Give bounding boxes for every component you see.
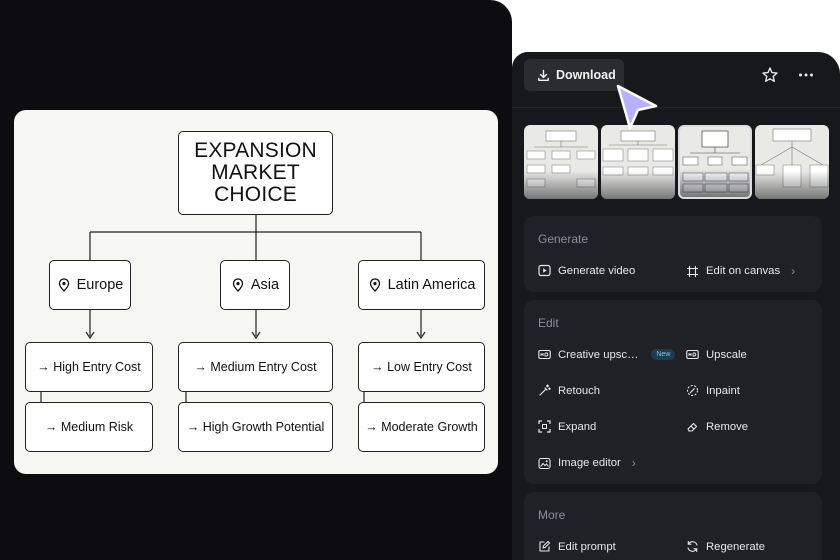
edit-prompt-icon <box>539 540 551 552</box>
crop-frame-icon <box>687 265 698 277</box>
region-node-asia: Asia <box>220 260 290 310</box>
diagram-title-line: CHOICE <box>214 183 297 206</box>
more-horizontal-icon[interactable] <box>797 66 815 84</box>
region-node-europe: Europe <box>49 260 131 310</box>
thumbnail-fade <box>601 171 675 199</box>
diagram-title-line: EXPANSION <box>194 139 317 162</box>
chevron-right-icon: › <box>791 264 796 278</box>
pointer-cursor-icon <box>616 84 658 130</box>
retouch-button[interactable]: Retouch <box>538 384 600 397</box>
inpaint-button[interactable]: Inpaint <box>686 384 740 397</box>
edit-on-canvas-button[interactable]: Edit on canvas › <box>686 264 795 278</box>
section-title: Edit <box>538 316 559 330</box>
thumbnail-3-selected[interactable] <box>678 125 752 199</box>
thumbnail-fade <box>680 169 750 197</box>
edit-prompt-button[interactable]: Edit prompt <box>538 540 616 553</box>
action-label: Remove <box>706 420 749 433</box>
download-button[interactable]: Download <box>524 59 624 91</box>
location-pin-icon <box>58 278 69 292</box>
edit-section: Edit Creative upsc… New Upscale Retouch … <box>524 300 822 484</box>
action-label: Expand <box>558 420 597 433</box>
section-title: Generate <box>538 232 589 246</box>
thumbnail-1[interactable] <box>524 125 598 199</box>
refresh-icon <box>687 540 698 553</box>
action-label: Image editor <box>558 457 621 469</box>
leaf-node: → High Growth Potential <box>178 402 333 452</box>
more-section: More Edit prompt Regenerate <box>524 492 822 560</box>
leaf-node: → Low Entry Cost <box>358 342 485 392</box>
region-node-latin-america: Latin America <box>358 260 485 310</box>
leaf-node: → Medium Risk <box>25 402 153 452</box>
action-label: Edit on canvas <box>706 265 781 277</box>
hd-icon <box>686 349 699 360</box>
thumbnail-fade <box>755 171 829 199</box>
section-title: More <box>538 508 566 522</box>
region-label: Europe <box>76 277 124 293</box>
remove-button[interactable]: Remove <box>686 420 748 433</box>
action-label: Regenerate <box>706 540 766 553</box>
expand-button[interactable]: Expand <box>538 420 596 433</box>
eraser-icon <box>687 422 698 432</box>
image-editor-button[interactable]: Image editor › <box>538 456 636 470</box>
upscale-button[interactable]: Upscale <box>686 348 747 361</box>
hd-plus-icon <box>538 349 551 360</box>
action-label: Edit prompt <box>558 540 616 553</box>
canvas-area: EXPANSION MARKET CHOICE Europe Asia Lati… <box>0 0 512 560</box>
diagram-title-box: EXPANSION MARKET CHOICE <box>178 131 333 215</box>
magic-wand-icon <box>539 384 551 396</box>
generate-section: Generate Generate video Edit on canvas › <box>524 216 822 292</box>
leaf-node: → Medium Entry Cost <box>178 342 333 392</box>
download-label: Download <box>556 68 616 82</box>
diagram-title-line: MARKET <box>211 161 300 184</box>
creative-upscale-button[interactable]: Creative upsc… New <box>538 348 676 361</box>
chevron-right-icon: › <box>631 456 636 470</box>
leaf-node: → High Entry Cost <box>25 342 153 392</box>
thumbnail-4[interactable] <box>755 125 829 199</box>
action-label: Creative upsc… <box>558 348 639 361</box>
image-editor-icon <box>538 457 551 469</box>
region-label: Asia <box>250 277 280 293</box>
action-label: Generate video <box>558 264 636 277</box>
panel-toolbar: Download <box>512 52 840 108</box>
action-label: Retouch <box>558 384 601 397</box>
regenerate-button[interactable]: Regenerate <box>686 540 765 553</box>
thumbnail-fade <box>524 171 598 199</box>
inpaint-icon <box>686 384 699 397</box>
location-pin-icon <box>369 278 380 292</box>
image-actions-panel: Download Generate Generate video Edit on… <box>512 52 840 560</box>
region-label: Latin America <box>387 277 476 293</box>
action-label: Upscale <box>706 348 747 361</box>
leaf-node: → Moderate Growth <box>358 402 485 452</box>
generated-image-canvas[interactable]: EXPANSION MARKET CHOICE Europe Asia Lati… <box>14 110 498 474</box>
star-icon[interactable] <box>761 66 779 84</box>
generate-video-button[interactable]: Generate video <box>538 264 635 277</box>
thumbnail-2[interactable] <box>601 125 675 199</box>
thumbnail-strip <box>524 125 840 283</box>
expand-icon <box>538 420 551 433</box>
action-label: Inpaint <box>706 384 740 397</box>
play-square-icon <box>538 264 551 277</box>
location-pin-icon <box>232 278 244 292</box>
download-icon <box>538 69 549 81</box>
new-badge: New <box>651 349 676 360</box>
